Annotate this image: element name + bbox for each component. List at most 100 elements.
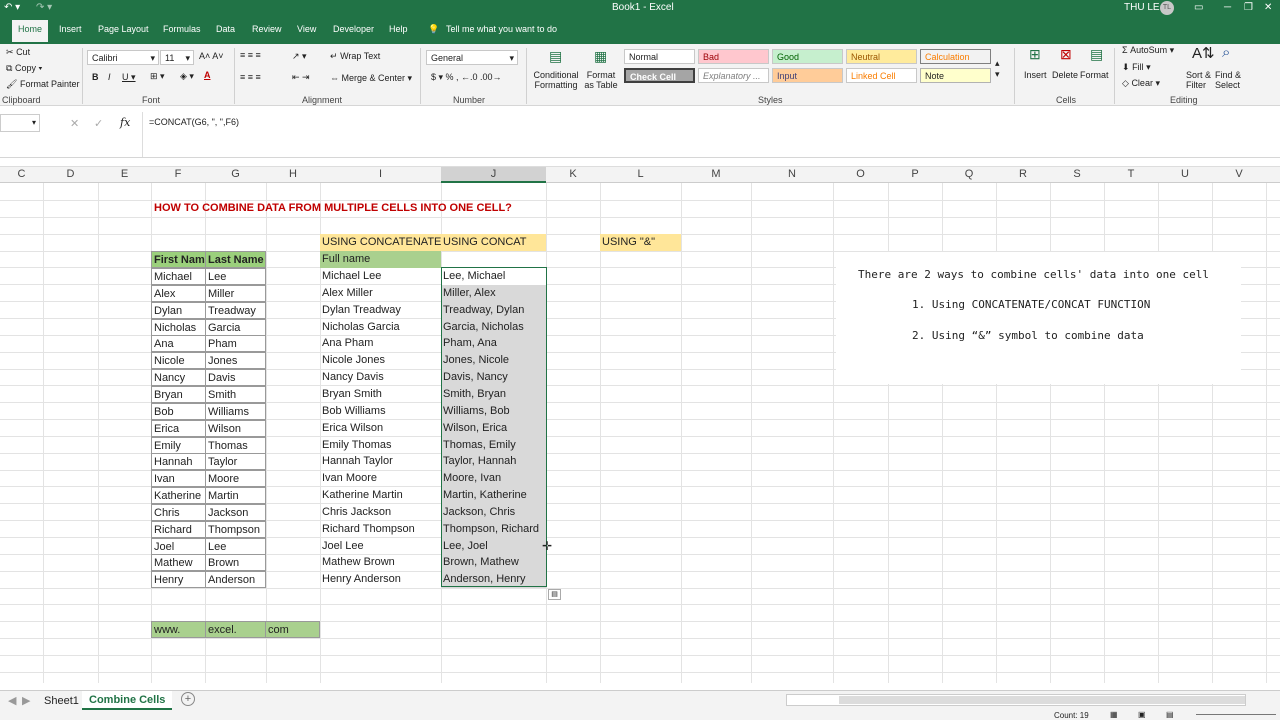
- style-input[interactable]: Input: [772, 68, 843, 83]
- tell-me-search[interactable]: Tell me what you want to do: [446, 24, 557, 34]
- column-header[interactable]: V: [1212, 167, 1266, 183]
- full-name-cell[interactable]: Richard Thompson: [320, 521, 441, 538]
- full-name-cell[interactable]: Alex Miller: [320, 285, 441, 302]
- first-name-cell[interactable]: Nancy: [151, 369, 206, 386]
- concat-cell[interactable]: Thompson, Richard: [441, 521, 546, 538]
- last-name-cell[interactable]: Taylor: [205, 453, 266, 470]
- tab-data[interactable]: Data: [216, 24, 235, 34]
- first-name-cell[interactable]: Katherine: [151, 487, 206, 504]
- column-header[interactable]: C: [0, 167, 43, 183]
- first-name-cell[interactable]: Emily: [151, 437, 206, 454]
- style-explanatory[interactable]: Explanatory ...: [698, 68, 769, 83]
- page-break-icon[interactable]: ▤: [1166, 710, 1174, 719]
- concat-cell[interactable]: Miller, Alex: [441, 285, 546, 302]
- formula-input[interactable]: =CONCAT(G6, ", ",F6): [142, 112, 1280, 157]
- style-good[interactable]: Good: [772, 49, 843, 64]
- underline-button[interactable]: U ▾: [122, 72, 136, 83]
- column-header[interactable]: P: [888, 167, 942, 183]
- tab-help[interactable]: Help: [389, 24, 408, 34]
- column-header-selected[interactable]: J: [441, 167, 546, 183]
- first-name-cell[interactable]: Henry: [151, 571, 206, 588]
- concat-cell[interactable]: Smith, Bryan: [441, 386, 546, 403]
- fill-color-icon[interactable]: ◈ ▾: [180, 71, 194, 82]
- sort-filter-button[interactable]: Sort & Filter: [1186, 70, 1216, 90]
- last-name-cell[interactable]: Treadway: [205, 302, 266, 319]
- style-normal[interactable]: Normal: [624, 49, 695, 64]
- scrollbar-thumb[interactable]: [839, 696, 1245, 704]
- last-name-cell[interactable]: Anderson: [205, 571, 266, 588]
- full-name-cell[interactable]: Erica Wilson: [320, 420, 441, 437]
- style-bad[interactable]: Bad: [698, 49, 769, 64]
- full-name-cell[interactable]: Katherine Martin: [320, 487, 441, 504]
- fill-button[interactable]: ⬇ Fill ▾: [1122, 62, 1151, 73]
- first-name-cell[interactable]: Chris: [151, 504, 206, 521]
- concat-cell[interactable]: Brown, Mathew: [441, 554, 546, 571]
- currency-icon[interactable]: $ ▾ % , ←.0 .00→: [431, 72, 502, 83]
- full-name-cell[interactable]: Dylan Treadway: [320, 302, 441, 319]
- column-header[interactable]: F: [151, 167, 205, 183]
- concat-cell[interactable]: Moore, Ivan: [441, 470, 546, 487]
- add-sheet-icon[interactable]: +: [181, 692, 195, 706]
- concat-cell[interactable]: Davis, Nancy: [441, 369, 546, 386]
- orientation-icon[interactable]: ↗ ▾: [292, 51, 307, 62]
- column-header[interactable]: Q: [942, 167, 996, 183]
- last-name-cell[interactable]: Smith: [205, 386, 266, 403]
- cut-button[interactable]: ✂ Cut: [6, 47, 30, 58]
- sheet-tab[interactable]: Sheet1: [44, 695, 79, 707]
- full-name-cell[interactable]: Nancy Davis: [320, 369, 441, 386]
- first-name-cell[interactable]: Bob: [151, 403, 206, 420]
- first-name-cell[interactable]: Bryan: [151, 386, 206, 403]
- undo-icon[interactable]: ↶ ▾: [4, 2, 20, 13]
- first-name-cell[interactable]: Ana: [151, 335, 206, 352]
- last-name-cell[interactable]: Brown: [205, 554, 266, 571]
- column-header[interactable]: L: [600, 167, 681, 183]
- concat-cell[interactable]: Lee, Joel: [441, 538, 546, 555]
- column-header[interactable]: O: [833, 167, 888, 183]
- column-header[interactable]: N: [751, 167, 833, 183]
- name-box[interactable]: ▾: [0, 114, 40, 132]
- last-name-cell[interactable]: Thomas: [205, 437, 266, 454]
- first-name-cell[interactable]: Michael: [151, 268, 206, 285]
- full-name-cell[interactable]: Nicole Jones: [320, 352, 441, 369]
- styles-scroll-icon[interactable]: ▴ ▾: [995, 58, 1000, 80]
- full-name-cell[interactable]: Ana Pham: [320, 335, 441, 352]
- concat-cell[interactable]: Jones, Nicole: [441, 352, 546, 369]
- url-part-excel[interactable]: excel.: [205, 621, 266, 638]
- concat-cell[interactable]: Lee, Michael: [441, 268, 546, 285]
- first-name-cell[interactable]: Ivan: [151, 470, 206, 487]
- column-header[interactable]: T: [1104, 167, 1158, 183]
- font-color-icon[interactable]: A: [204, 70, 211, 80]
- font-name-select[interactable]: Calibri ▾: [87, 50, 159, 65]
- first-name-cell[interactable]: Nicholas: [151, 319, 206, 336]
- last-name-cell[interactable]: Moore: [205, 470, 266, 487]
- full-name-cell[interactable]: Joel Lee: [320, 538, 441, 555]
- format-cells-button[interactable]: Format: [1080, 70, 1109, 80]
- function-icon[interactable]: fx: [120, 116, 130, 129]
- column-header[interactable]: E: [98, 167, 151, 183]
- redo-icon[interactable]: ↷ ▾: [36, 2, 52, 13]
- merge-center-button[interactable]: ⇔ Merge & Center ▾: [330, 73, 412, 84]
- borders-icon[interactable]: ⊞ ▾: [150, 71, 165, 82]
- page-layout-icon[interactable]: ▣: [1138, 710, 1146, 719]
- column-header[interactable]: R: [996, 167, 1050, 183]
- prev-sheet-icon[interactable]: ◀: [8, 694, 16, 707]
- concat-cell[interactable]: Williams, Bob: [441, 403, 546, 420]
- full-name-cell[interactable]: Henry Anderson: [320, 571, 441, 588]
- concat-cell[interactable]: Wilson, Erica: [441, 420, 546, 437]
- sheet-tab-active[interactable]: Combine Cells: [82, 691, 173, 710]
- clear-button[interactable]: ◇ Clear ▾: [1122, 78, 1160, 89]
- autosum-button[interactable]: Σ AutoSum ▾: [1122, 45, 1174, 56]
- column-header[interactable]: K: [546, 167, 600, 183]
- style-neutral[interactable]: Neutral: [846, 49, 917, 64]
- full-name-cell[interactable]: Chris Jackson: [320, 504, 441, 521]
- full-name-cell[interactable]: Bob Williams: [320, 403, 441, 420]
- column-header[interactable]: G: [205, 167, 266, 183]
- delete-cells-button[interactable]: Delete: [1052, 70, 1078, 80]
- tab-view[interactable]: View: [297, 24, 316, 34]
- style-calculation[interactable]: Calculation: [920, 49, 991, 64]
- full-name-header[interactable]: Full name: [320, 251, 441, 268]
- first-name-cell[interactable]: Richard: [151, 521, 206, 538]
- concat-cell[interactable]: Anderson, Henry: [441, 571, 546, 588]
- grow-font-button[interactable]: A˄ A˅: [199, 51, 224, 61]
- column-header[interactable]: D: [43, 167, 98, 183]
